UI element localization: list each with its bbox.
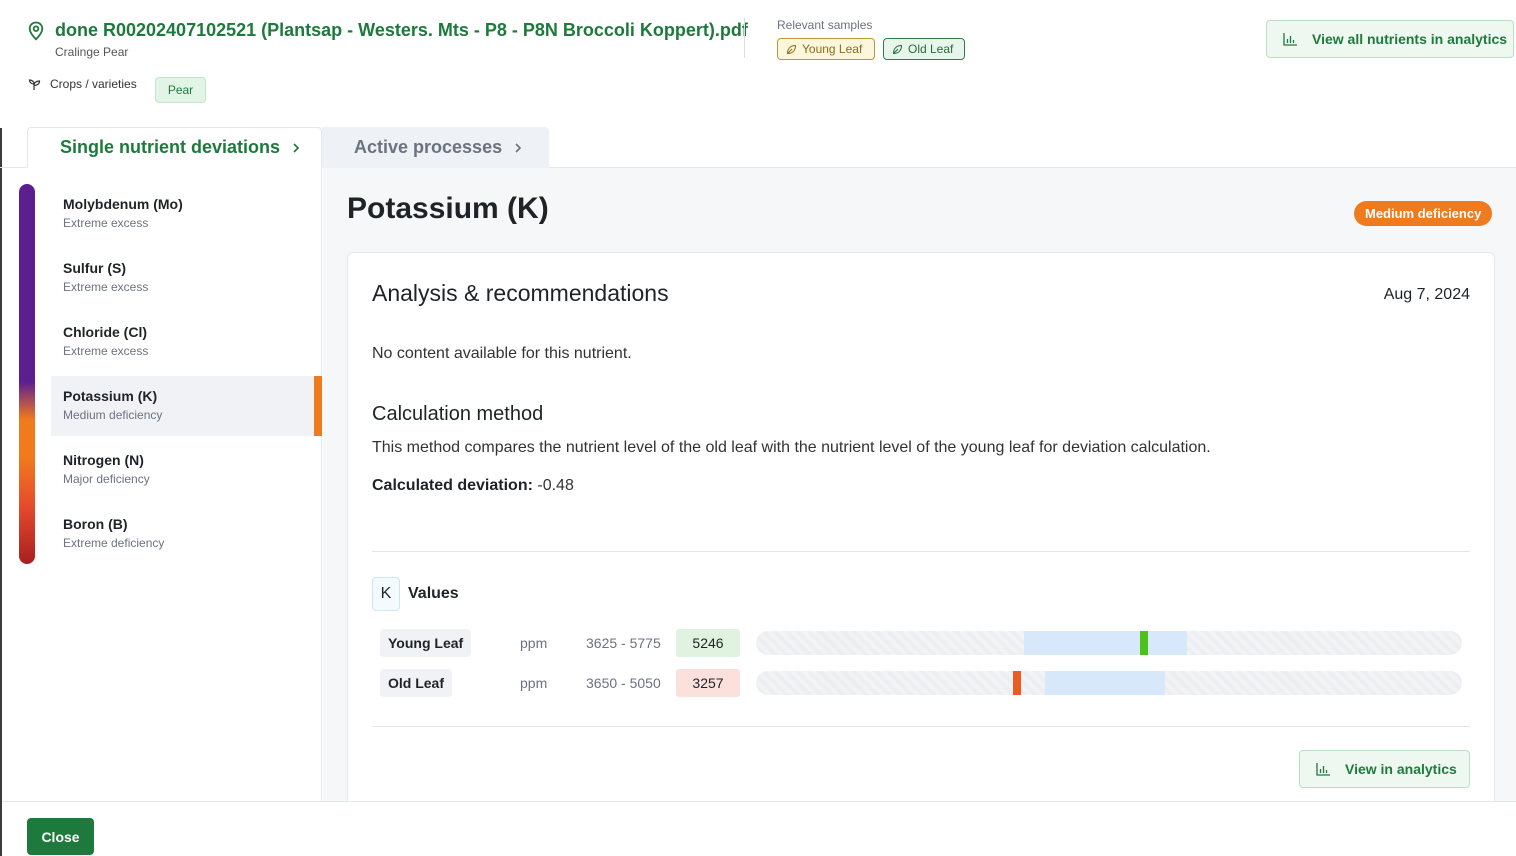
nutrient-detail: Potassium (K) Medium deficiency Analysis… [323, 168, 1516, 801]
nutrient-symbol: K [372, 577, 400, 611]
unit: ppm [520, 675, 548, 691]
optimal-range-band [1024, 631, 1187, 655]
relevant-samples-label: Relevant samples [777, 18, 873, 32]
sample-chip-young-leaf[interactable]: Young Leaf [777, 38, 875, 60]
crop-badge: Pear [155, 77, 206, 103]
sidebar-item-nitrogen[interactable]: Nitrogen (N) Major deficiency [51, 440, 322, 500]
calculated-deviation-value: -0.48 [537, 477, 574, 494]
value-marker [1013, 671, 1021, 695]
nutrient-name: Chloride (Cl) [63, 324, 147, 340]
value-row-old-leaf: Old Leaf ppm 3650 - 5050 3257 [380, 669, 1462, 697]
header-divider [744, 18, 745, 58]
crops-label: Crops / varieties [50, 77, 137, 91]
crops-row: Crops / varieties [28, 77, 137, 91]
values-header: K Values [372, 577, 459, 611]
values-label: Values [408, 585, 459, 602]
nutrient-status: Medium deficiency [63, 408, 163, 422]
calculation-method-description: This method compares the nutrient level … [372, 439, 1211, 456]
divider [372, 726, 1470, 727]
range-track [756, 631, 1462, 655]
leaf-icon [892, 44, 903, 54]
calculated-deviation-label: Calculated deviation: [372, 477, 533, 494]
view-in-analytics-button[interactable]: View in analytics [1299, 750, 1470, 788]
calculation-method-title: Calculation method [372, 403, 544, 425]
nutrient-name: Potassium (K) [63, 388, 158, 404]
tab-label: Single nutrient deviations [60, 137, 281, 157]
card-date: Aug 7, 2024 [1383, 286, 1470, 303]
sample-chip-label: Young Leaf [802, 42, 863, 56]
tab-label: Active processes [354, 137, 503, 157]
unit: ppm [520, 635, 548, 651]
range-track [756, 671, 1462, 695]
location-pin-icon [28, 21, 44, 41]
analysis-card: Analysis & recommendations Aug 7, 2024 N… [347, 252, 1495, 801]
card-title: Analysis & recommendations [372, 280, 669, 306]
bar-chart-icon [1283, 33, 1297, 46]
sidebar-item-potassium[interactable]: Potassium (K) Medium deficiency [51, 376, 322, 436]
tab-active-processes[interactable]: Active processes [322, 127, 549, 168]
chevron-right-icon [293, 142, 300, 153]
sidebar-item-boron[interactable]: Boron (B) Extreme deficiency [51, 504, 322, 564]
sample-chip-label: Old Leaf [908, 42, 954, 56]
nutrient-name: Molybdenum (Mo) [63, 196, 183, 212]
severity-badge: Medium deficiency [1354, 201, 1493, 226]
page-title: Potassium (K) [347, 192, 549, 225]
calculated-deviation: Calculated deviation: -0.48 [372, 477, 574, 495]
measured-value: 3257 [676, 669, 740, 697]
value-row-young-leaf: Young Leaf ppm 3625 - 5775 5246 [380, 629, 1462, 657]
nutrient-status: Extreme deficiency [63, 536, 165, 550]
optimal-range: 3625 - 5775 [586, 635, 661, 651]
nutrient-status: Extreme excess [63, 344, 149, 358]
divider [372, 551, 1470, 552]
sample-chip-old-leaf[interactable]: Old Leaf [883, 38, 965, 60]
tab-single-nutrient-deviations[interactable]: Single nutrient deviations [27, 127, 322, 168]
no-content-message: No content available for this nutrient. [372, 345, 632, 362]
optimal-range: 3650 - 5050 [586, 675, 661, 691]
close-button[interactable]: Close [27, 818, 94, 855]
sample-name: Young Leaf [380, 629, 472, 657]
nutrient-sidebar: Molybdenum (Mo) Extreme excess Sulfur (S… [2, 168, 322, 801]
title-row: done R00202407102521 (Plantsap - Westers… [27, 20, 748, 41]
sidebar-item-sulfur[interactable]: Sulfur (S) Extreme excess [51, 248, 322, 308]
measured-value: 5246 [676, 629, 740, 657]
nutrient-name: Nitrogen (N) [63, 452, 144, 468]
subtitle: Cralinge Pear [55, 45, 129, 59]
chevron-right-icon [515, 142, 522, 153]
nutrient-name: Sulfur (S) [63, 260, 126, 276]
view-button-label: View in analytics [1345, 761, 1457, 777]
file-title: done R00202407102521 (Plantsap - Westers… [55, 20, 748, 40]
leaf-icon [786, 44, 797, 54]
nutrient-name: Boron (B) [63, 516, 128, 532]
optimal-range-band [1045, 671, 1165, 695]
header: done R00202407102521 (Plantsap - Westers… [0, 0, 1516, 128]
sprout-icon [28, 79, 41, 90]
sidebar-item-chloride[interactable]: Chloride (Cl) Extreme excess [51, 312, 322, 372]
bar-chart-icon [1316, 763, 1330, 776]
nutrient-status: Extreme excess [63, 216, 149, 230]
analytics-button-label: View all nutrients in analytics [1312, 31, 1508, 47]
severity-gradient-bar [19, 184, 35, 564]
sidebar-item-molybdenum[interactable]: Molybdenum (Mo) Extreme excess [51, 184, 322, 244]
value-marker [1140, 631, 1148, 655]
footer: Close [2, 801, 1516, 856]
nutrient-status: Major deficiency [63, 472, 150, 486]
sample-name: Old Leaf [380, 669, 453, 697]
view-all-analytics-button[interactable]: View all nutrients in analytics [1266, 20, 1514, 58]
nutrient-status: Extreme excess [63, 280, 149, 294]
